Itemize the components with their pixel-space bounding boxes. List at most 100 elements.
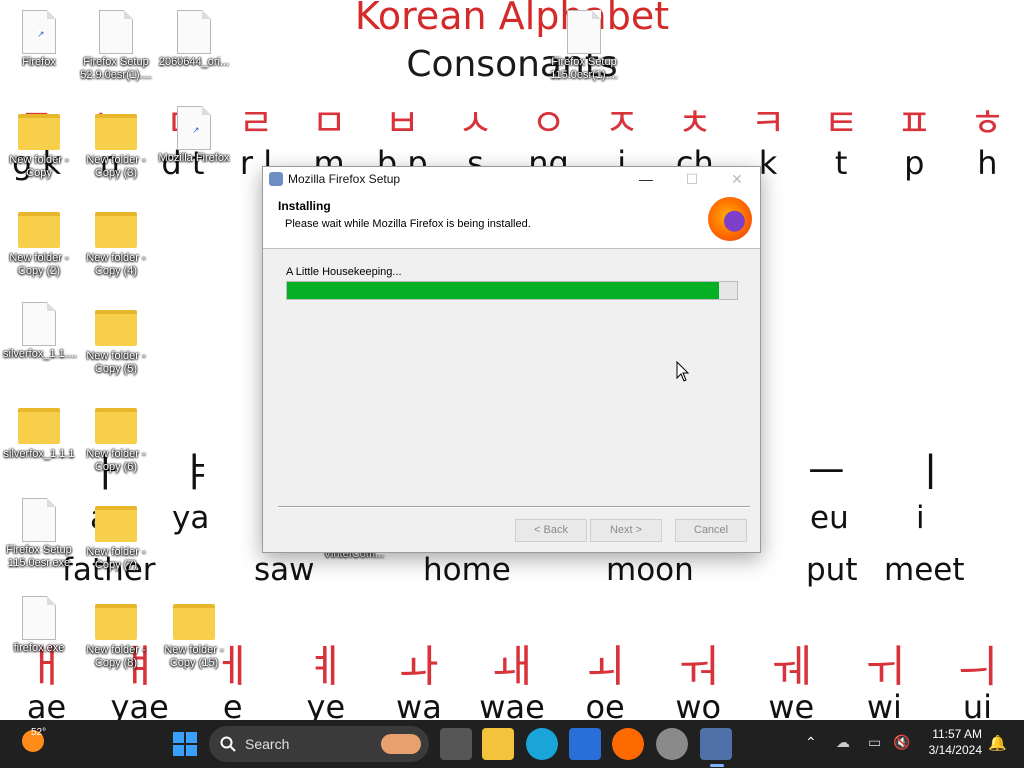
icon-label: New folder - Copy (3) <box>86 154 146 179</box>
windows-start-icon[interactable] <box>173 732 197 756</box>
hangul-char: ㅙ <box>491 641 533 692</box>
roman-label: ui <box>962 688 993 720</box>
folder-icon <box>95 310 137 346</box>
shortcut-arrow-icon: ↗ <box>192 125 200 135</box>
roman-label: h <box>977 144 998 182</box>
weather-temp: 52° <box>31 727 47 738</box>
hangul-char: ㅅ <box>457 101 493 145</box>
dialog-heading: Installing <box>278 199 331 213</box>
firefox-logo-icon <box>708 197 752 241</box>
show-hidden-icons-chevron-icon[interactable]: ⌃ <box>805 734 817 751</box>
icon-label: New folder - Copy (2) <box>9 252 69 277</box>
desktop-icon-new-folder-copy-15[interactable]: New folder - Copy (15) <box>158 596 230 670</box>
icon-label: Mozilla Firefox <box>158 152 230 164</box>
hangul-char: ㅖ <box>305 641 347 692</box>
edge-browser-icon[interactable] <box>526 728 558 760</box>
compound-roman-row: ae yae e ye wa wae oe wo we wi ui <box>0 688 1024 720</box>
dialog-subheading: Please wait while Mozilla Firefox is bei… <box>285 218 531 230</box>
cancel-button: Cancel <box>675 519 747 542</box>
vowel-roman: i <box>916 500 925 536</box>
install-progress-bar <box>286 281 738 300</box>
image-file-icon <box>177 10 211 54</box>
roman-label: yae <box>110 688 169 720</box>
hangul-char: ㅍ <box>896 101 932 145</box>
microsoft-store-icon[interactable] <box>569 728 601 760</box>
setup-app-icon <box>269 172 283 186</box>
folder-icon <box>95 114 137 150</box>
search-label: Search <box>245 736 290 752</box>
icon-label: New folder - Copy (4) <box>86 252 146 277</box>
settings-gear-icon[interactable] <box>656 728 688 760</box>
shortcut-arrow-icon: ↗ <box>37 29 45 39</box>
search-highlight-icon <box>381 734 421 754</box>
minimize-button[interactable]: — <box>623 167 669 191</box>
folder-icon <box>95 604 137 640</box>
desktop-icon-new-folder-copy-2[interactable]: New folder - Copy (2) <box>3 204 75 278</box>
desktop-icon-silverfox-file[interactable]: silverfox_1.1.... <box>3 302 77 361</box>
example-word: meet <box>884 552 965 588</box>
vowel-hangul: ㅑ <box>178 450 215 496</box>
file-explorer-icon[interactable] <box>482 728 514 760</box>
task-view-icon[interactable] <box>440 728 472 760</box>
desktop-icon-new-folder-copy-7[interactable]: New folder - Copy (7) <box>80 498 152 572</box>
hangul-char: ㅂ <box>384 101 420 145</box>
firefox-taskbar-icon[interactable] <box>612 728 644 760</box>
icon-label: Firefox Setup 52.9.0esr(1).... <box>80 56 152 81</box>
desktop-icon-new-folder-copy-4[interactable]: New folder - Copy (4) <box>80 204 152 278</box>
vowel-roman: eu <box>810 500 849 536</box>
hangul-char: ㅢ <box>957 641 998 692</box>
taskbar: 52° ⌃ ☁ ▭ 🔇 🔔 <box>0 720 1024 768</box>
example-word: moon <box>606 552 694 588</box>
volume-muted-icon[interactable]: 🔇 <box>893 734 910 751</box>
progress-fill <box>287 282 719 299</box>
desktop-icon-new-folder-copy-8[interactable]: New folder - Copy (8) <box>80 596 152 670</box>
consonant-hangul-row: ㄱ ㄴ ㄷ ㄹ ㅁ ㅂ ㅅ ㅇ ㅈ ㅊ ㅋ ㅌ ㅍ ㅎ <box>0 92 1024 147</box>
desktop-icon-firefox-exe[interactable]: firefox.exe <box>3 596 75 655</box>
icon-label: New folder - Copy (6) <box>86 448 146 473</box>
file-icon: ↗ <box>177 106 211 150</box>
dialog-titlebar[interactable]: Mozilla Firefox Setup — ☐ ✕ <box>263 167 760 191</box>
vowel-roman: ya <box>172 500 210 536</box>
hangul-char: ㅋ <box>750 101 786 145</box>
desktop-icon-image-file[interactable]: 2060644_ori... <box>158 10 230 69</box>
folder-icon <box>18 212 60 248</box>
desktop-icon-firefox-setup-115[interactable]: Firefox Setup 115.0esr.exe <box>3 498 75 570</box>
file-icon <box>22 302 56 346</box>
desktop-icon-silverfox-folder[interactable]: silverfox_1.1.1 <box>3 400 75 461</box>
hangul-char: ㄹ <box>238 101 274 145</box>
desktop-icon-firefox-shortcut[interactable]: ↗ Firefox <box>3 10 75 69</box>
folder-icon <box>18 114 60 150</box>
roman-label: wo <box>675 688 722 720</box>
desktop-icon-mozilla-firefox-shortcut[interactable]: ↗ Mozilla Firefox <box>158 106 230 165</box>
compound-hangul-row: ㅐ ㅒ ㅔ ㅖ ㅘ ㅙ ㅚ ㅝ ㅞ ㅟ ㅢ <box>0 630 1024 694</box>
taskbar-search-box[interactable]: Search <box>209 726 429 762</box>
mouse-cursor-icon <box>676 361 690 382</box>
example-word: saw <box>254 552 315 588</box>
desktop-icon-firefox-setup-115-dup[interactable]: Firefox Setup 115.0esr(1).... <box>548 10 620 82</box>
desktop-icon-new-folder-copy-6[interactable]: New folder - Copy (6) <box>80 400 152 474</box>
hangul-char: ㅁ <box>311 101 347 145</box>
onedrive-cloud-icon[interactable]: ☁ <box>836 734 850 751</box>
hangul-char: ㅚ <box>584 641 626 692</box>
roman-label: e <box>222 688 243 720</box>
back-button: < Back <box>515 519 587 542</box>
folder-icon <box>173 604 215 640</box>
desktop-icon-firefox-setup-52[interactable]: Firefox Setup 52.9.0esr(1).... <box>80 10 152 82</box>
icon-label: silverfox_1.1.1 <box>3 448 75 460</box>
firefox-setup-taskbar-icon[interactable] <box>700 728 732 760</box>
folder-icon <box>95 506 137 542</box>
taskbar-clock[interactable]: 11:57 AM 3/14/2024 <box>929 726 982 758</box>
network-icon[interactable]: ▭ <box>868 734 881 751</box>
hangul-char: ㅟ <box>864 641 905 692</box>
desktop-icon-new-folder-copy-3[interactable]: New folder - Copy (3) <box>80 106 152 180</box>
icon-label: Firefox <box>22 56 56 68</box>
hangul-char: ㅊ <box>677 101 713 145</box>
search-icon <box>220 736 236 752</box>
notification-bell-icon[interactable]: 🔔 <box>988 734 1007 752</box>
roman-label: oe <box>585 688 625 720</box>
folder-icon <box>95 212 137 248</box>
hangul-char: ㅈ <box>604 101 640 145</box>
desktop-icon-new-folder-copy[interactable]: New folder - Copy <box>3 106 75 180</box>
desktop-icon-new-folder-copy-5[interactable]: New folder - Copy (5) <box>80 302 152 376</box>
hangul-char: ㅘ <box>398 641 440 692</box>
